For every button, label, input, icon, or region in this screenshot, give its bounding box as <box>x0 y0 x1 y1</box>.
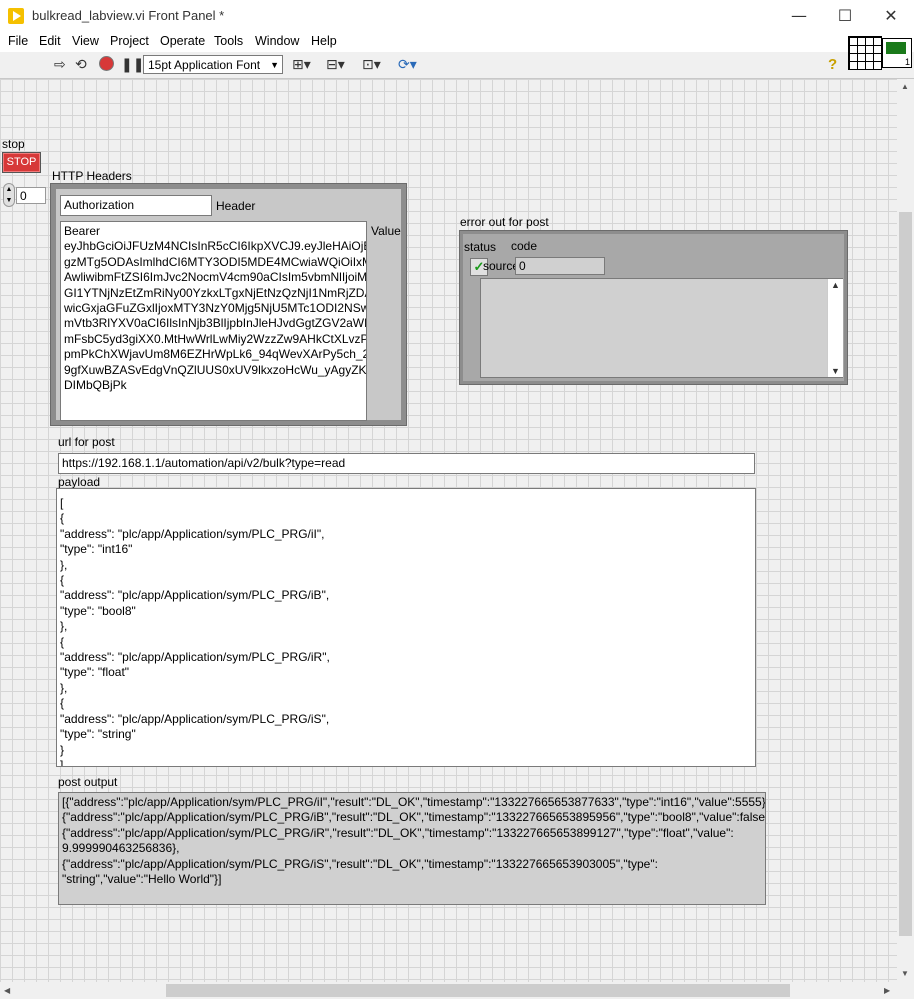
menu-bar: File Edit View Project Operate Tools Win… <box>0 32 914 52</box>
menu-project[interactable]: Project <box>110 34 149 48</box>
value-label: Value <box>371 224 401 238</box>
vertical-scroll-thumb[interactable] <box>899 212 912 936</box>
run-continuously-icon[interactable]: ⟲ <box>75 57 87 73</box>
font-select[interactable]: 15pt Application Font ▼ <box>143 55 283 74</box>
post-output-indicator: [{"address":"plc/app/Application/sym/PLC… <box>58 792 766 905</box>
menu-edit[interactable]: Edit <box>39 34 61 48</box>
error-out-cluster: status code ✓ source 0 ▲ ▼ <box>459 230 848 385</box>
payload-label: payload <box>58 475 101 489</box>
error-out-label: error out for post <box>460 215 549 229</box>
chevron-down-icon: ▼ <box>270 60 279 70</box>
status-label: status <box>464 240 497 254</box>
window-title: bulkread_labview.vi Front Panel * <box>32 8 225 23</box>
title-bar: bulkread_labview.vi Front Panel * — ☐ ✕ <box>0 0 914 33</box>
payload-textbox[interactable]: [ { "address": "plc/app/Application/sym/… <box>56 488 756 767</box>
menu-file[interactable]: File <box>8 34 28 48</box>
horizontal-scroll-thumb[interactable] <box>166 984 790 997</box>
source-label: source <box>483 259 520 273</box>
array-index-spinner[interactable]: ▲ ▼ <box>3 183 15 207</box>
vi-icon-number: 1 <box>904 57 910 67</box>
resize-objects-icon[interactable]: ⊡▾ <box>362 57 381 73</box>
header-input[interactable]: Authorization <box>60 195 212 216</box>
abort-execution-icon[interactable] <box>99 56 114 75</box>
connector-pane-icon[interactable] <box>848 36 882 70</box>
scroll-down-icon[interactable]: ▼ <box>901 969 909 978</box>
labview-app-icon <box>8 8 24 24</box>
align-objects-icon[interactable]: ⊞▾ <box>292 57 311 73</box>
scroll-left-icon[interactable]: ◀ <box>4 986 10 995</box>
error-out-inner: status code ✓ source 0 ▲ ▼ <box>463 234 844 381</box>
stop-label: stop <box>2 137 25 151</box>
menu-operate[interactable]: Operate <box>160 34 205 48</box>
font-select-value: 15pt Application Font <box>148 58 261 72</box>
url-input[interactable]: https://192.168.1.1/automation/api/v2/bu… <box>58 453 755 474</box>
distribute-objects-icon[interactable]: ⊟▾ <box>326 57 345 73</box>
scroll-right-icon[interactable]: ▶ <box>884 986 890 995</box>
minimize-button[interactable]: — <box>776 0 822 32</box>
stop-button[interactable]: STOP <box>2 152 41 173</box>
help-icon[interactable]: ? <box>828 56 837 73</box>
close-button[interactable]: ✕ <box>868 0 914 32</box>
menu-view[interactable]: View <box>72 34 99 48</box>
value-textbox[interactable]: Bearer eyJhbGciOiJFUzM4NCIsInR5cCI6IkpXV… <box>60 221 367 421</box>
scroll-up-icon[interactable]: ▲ <box>901 82 909 91</box>
post-output-label: post output <box>58 775 118 789</box>
vi-icon-screen <box>886 42 906 54</box>
maximize-button[interactable]: ☐ <box>822 0 868 32</box>
vi-icon[interactable]: 1 <box>882 38 912 68</box>
code-indicator: 0 <box>515 257 605 275</box>
url-label: url for post <box>58 435 115 449</box>
horizontal-scrollbar[interactable]: ◀ ▶ <box>0 982 897 999</box>
menu-tools[interactable]: Tools <box>214 34 243 48</box>
reorder-icon[interactable]: ⟳▾ <box>398 57 417 73</box>
toolbar: ⇨ ⟲ ❚❚ 15pt Application Font ▼ ⊞▾ ⊟▾ ⊡▾ … <box>0 52 914 79</box>
menu-window[interactable]: Window <box>255 34 299 48</box>
pause-icon[interactable]: ❚❚ <box>121 57 144 73</box>
http-headers-array: Authorization Header Bearer eyJhbGciOiJF… <box>50 183 407 426</box>
vertical-scrollbar[interactable]: ▲ ▼ <box>897 79 914 982</box>
front-panel[interactable]: stop STOP HTTP Headers ▲ ▼ 0 Authorizatio… <box>0 79 897 982</box>
http-headers-label: HTTP Headers <box>52 169 132 183</box>
header-label: Header <box>216 199 256 213</box>
menu-help[interactable]: Help <box>311 34 337 48</box>
source-indicator <box>480 278 843 378</box>
scroll-down-icon[interactable]: ▼ <box>828 366 843 376</box>
source-scrollbar[interactable]: ▲ ▼ <box>827 279 843 377</box>
header-cluster: Authorization Header Bearer eyJhbGciOiJF… <box>56 189 401 421</box>
run-arrow-icon[interactable]: ⇨ <box>54 57 66 73</box>
scroll-up-icon[interactable]: ▲ <box>828 280 843 290</box>
code-label: code <box>511 239 538 253</box>
array-index-input[interactable]: 0 <box>16 187 46 204</box>
